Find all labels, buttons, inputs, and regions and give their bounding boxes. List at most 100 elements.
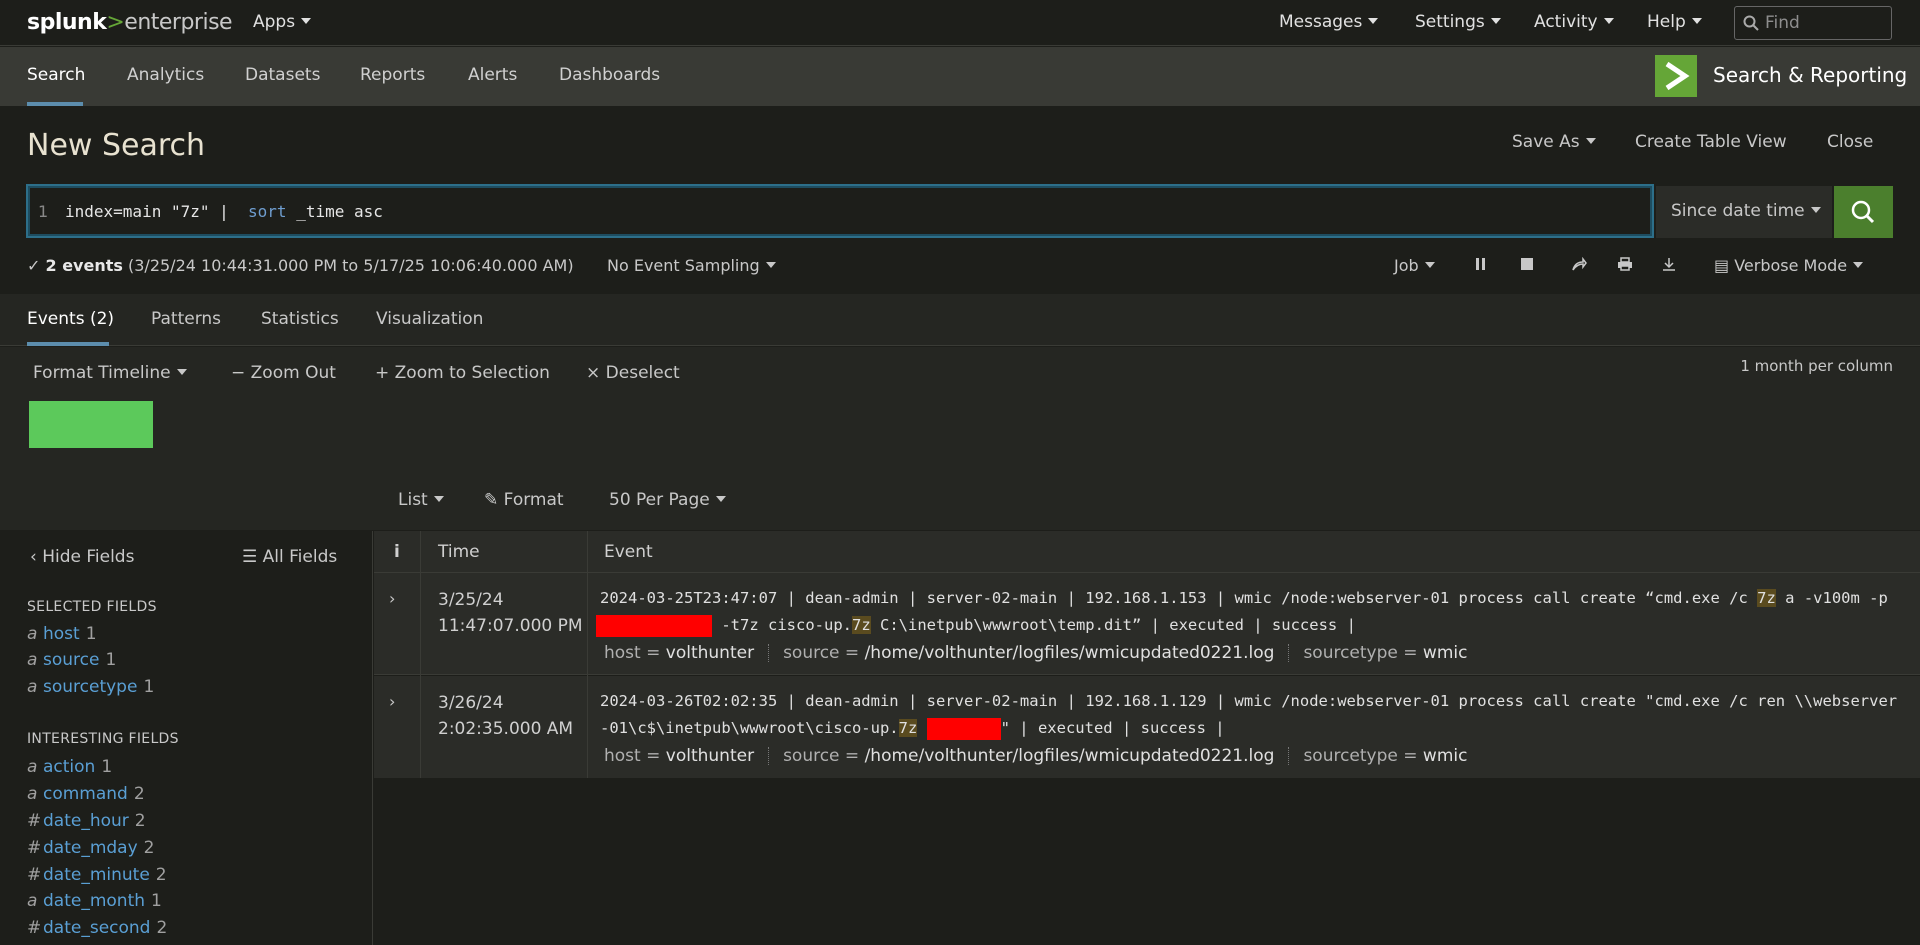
field-date-hour[interactable]: # date_hour 2 bbox=[27, 811, 146, 831]
tab-patterns[interactable]: Patterns bbox=[151, 309, 221, 329]
tab-statistics[interactable]: Statistics bbox=[261, 309, 339, 329]
time-column-header[interactable]: Time bbox=[438, 542, 480, 562]
tab-analytics[interactable]: Analytics bbox=[127, 65, 204, 85]
field-date-minute[interactable]: # date_minute 2 bbox=[27, 865, 167, 885]
time-range-picker[interactable]: Since date time bbox=[1656, 186, 1832, 238]
field-count: 1 bbox=[101, 757, 113, 777]
zoom-to-selection-button[interactable]: + Zoom to Selection bbox=[375, 363, 550, 383]
create-table-view-button[interactable]: Create Table View bbox=[1635, 132, 1787, 152]
apps-label: Apps bbox=[253, 12, 296, 32]
messages-menu[interactable]: Messages bbox=[1279, 12, 1379, 32]
chevron-right-icon[interactable]: › bbox=[389, 589, 395, 608]
field-sourcetype[interactable]: a sourcetype 1 bbox=[27, 677, 154, 697]
find-input[interactable]: Find bbox=[1734, 6, 1892, 40]
field-count: 2 bbox=[134, 811, 146, 831]
timeline-bar[interactable] bbox=[29, 401, 153, 448]
search-mode-dropdown[interactable]: ▤ Verbose Mode bbox=[1714, 256, 1864, 275]
field-name: date_minute bbox=[43, 865, 150, 885]
activity-menu[interactable]: Activity bbox=[1534, 12, 1614, 32]
export-icon[interactable] bbox=[1662, 256, 1676, 275]
field-type: # bbox=[27, 811, 42, 831]
event-raw[interactable]: 2024-03-26T02:02:35 | dean-admin | serve… bbox=[600, 688, 1900, 742]
app-title[interactable]: Search & Reporting bbox=[1713, 63, 1907, 87]
tab-visualization[interactable]: Visualization bbox=[376, 309, 483, 329]
meta-key: sourcetype = bbox=[1303, 643, 1418, 663]
event-column-header[interactable]: Event bbox=[604, 542, 653, 562]
per-page-dropdown[interactable]: 50 Per Page bbox=[609, 490, 726, 510]
close-button[interactable]: Close bbox=[1827, 132, 1873, 152]
meta-source-value[interactable]: /home/volthunter/logfiles/wmicupdated022… bbox=[865, 643, 1275, 663]
divider bbox=[587, 531, 588, 778]
events-table: i Time Event › 3/25/24 11:47:07.000 PM 20… bbox=[374, 531, 1920, 945]
divider bbox=[1288, 644, 1290, 662]
search-term-highlight[interactable]: 7z bbox=[851, 616, 871, 634]
hide-fields-button[interactable]: ‹ Hide Fields bbox=[30, 547, 134, 567]
divider bbox=[768, 644, 770, 662]
chevron-down-icon bbox=[1603, 18, 1614, 24]
raw-text: a -v100m -p bbox=[1775, 589, 1888, 607]
tab-dashboards[interactable]: Dashboards bbox=[559, 65, 660, 85]
chevron-down-icon bbox=[433, 496, 444, 502]
search-query-input[interactable]: 1 index=main "7z" | sort _time asc bbox=[26, 184, 1654, 238]
field-command[interactable]: a command 2 bbox=[27, 784, 145, 804]
all-fields-button[interactable]: ☰ All Fields bbox=[242, 547, 337, 567]
event-sampling-dropdown[interactable]: No Event Sampling bbox=[607, 256, 776, 275]
raw-text: -t7z cisco-up. bbox=[712, 616, 852, 634]
tab-reports[interactable]: Reports bbox=[360, 65, 425, 85]
tab-datasets[interactable]: Datasets bbox=[245, 65, 320, 85]
format-timeline-dropdown[interactable]: Format Timeline bbox=[33, 363, 187, 383]
field-type: a bbox=[27, 677, 38, 697]
meta-host-value[interactable]: volthunter bbox=[666, 643, 754, 663]
meta-sourcetype-value[interactable]: wmic bbox=[1423, 746, 1468, 766]
info-column-header[interactable]: i bbox=[394, 542, 400, 562]
logo-separator: > bbox=[106, 10, 125, 35]
field-source[interactable]: a source 1 bbox=[27, 650, 116, 670]
list-view-dropdown[interactable]: List bbox=[398, 490, 444, 510]
tab-search[interactable]: Search bbox=[27, 65, 85, 85]
chevron-down-icon bbox=[1585, 138, 1596, 144]
job-menu[interactable]: Job bbox=[1394, 256, 1435, 275]
help-menu[interactable]: Help bbox=[1647, 12, 1702, 32]
meta-sourcetype-value[interactable]: wmic bbox=[1423, 643, 1468, 663]
stop-icon[interactable] bbox=[1520, 256, 1534, 275]
raw-text: 2024-03-25T23:47:07 | dean-admin | serve… bbox=[600, 589, 1758, 607]
field-type: a bbox=[27, 891, 38, 911]
per-page-label: 50 Per Page bbox=[609, 490, 710, 510]
field-type: # bbox=[27, 918, 42, 938]
deselect-button[interactable]: × Deselect bbox=[586, 363, 680, 383]
meta-source-value[interactable]: /home/volthunter/logfiles/wmicupdated022… bbox=[865, 746, 1275, 766]
field-count: 1 bbox=[85, 624, 97, 644]
search-button[interactable] bbox=[1834, 186, 1893, 238]
event-raw[interactable]: 2024-03-25T23:47:07 | dean-admin | serve… bbox=[596, 585, 1900, 639]
field-count: 2 bbox=[156, 918, 168, 938]
meta-host-value[interactable]: volthunter bbox=[666, 746, 754, 766]
apps-menu[interactable]: Apps bbox=[253, 12, 312, 32]
all-fields-label: All Fields bbox=[262, 547, 338, 567]
event-date: 3/26/24 bbox=[438, 693, 504, 713]
events-table-header: i Time Event bbox=[374, 531, 1920, 573]
field-date-mday[interactable]: # date_mday 2 bbox=[27, 838, 155, 858]
pause-icon[interactable] bbox=[1474, 256, 1488, 275]
field-count: 1 bbox=[143, 677, 155, 697]
zoom-out-label: Zoom Out bbox=[250, 363, 336, 383]
event-clock: 11:47:07.000 PM bbox=[438, 616, 583, 636]
tab-events[interactable]: Events (2) bbox=[27, 309, 114, 329]
field-host[interactable]: a host 1 bbox=[27, 624, 97, 644]
field-name: sourcetype bbox=[43, 677, 138, 697]
raw-text: C:\inetpub\wwwroot\temp.dit” | executed … bbox=[870, 616, 1356, 634]
save-as-button[interactable]: Save As bbox=[1512, 132, 1596, 152]
format-button[interactable]: ✎ Format bbox=[484, 490, 564, 510]
tab-alerts[interactable]: Alerts bbox=[468, 65, 517, 85]
search-term-highlight[interactable]: 7z bbox=[898, 719, 918, 737]
search-term-highlight[interactable]: 7z bbox=[1757, 589, 1776, 607]
field-name: date_second bbox=[43, 918, 151, 938]
splunk-logo[interactable]: splunk>enterprise bbox=[27, 10, 233, 35]
field-date-second[interactable]: # date_second 2 bbox=[27, 918, 167, 938]
print-icon[interactable] bbox=[1617, 256, 1633, 275]
settings-menu[interactable]: Settings bbox=[1415, 12, 1501, 32]
share-icon[interactable] bbox=[1571, 256, 1587, 275]
chevron-right-icon[interactable]: › bbox=[389, 692, 395, 711]
field-date-month[interactable]: a date_month 1 bbox=[27, 891, 162, 911]
zoom-out-button[interactable]: − Zoom Out bbox=[231, 363, 336, 383]
field-action[interactable]: a action 1 bbox=[27, 757, 112, 777]
